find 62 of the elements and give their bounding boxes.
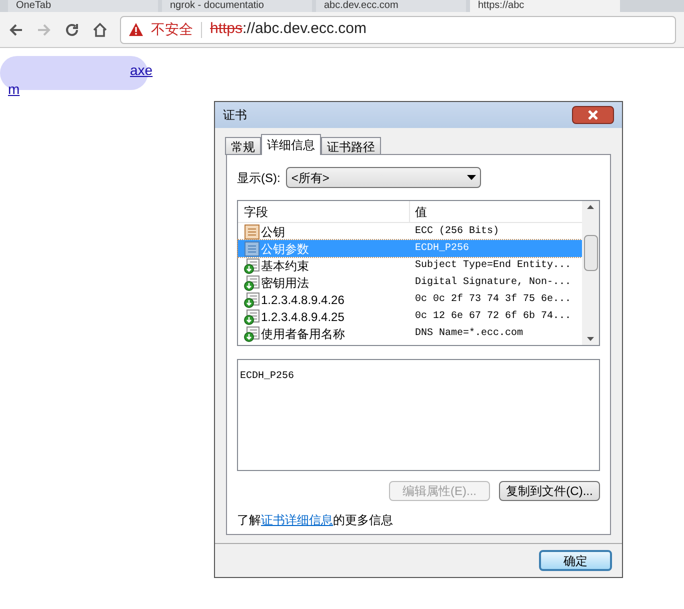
extension-icon xyxy=(244,308,260,324)
dialog-tab[interactable]: 详细信息 xyxy=(261,134,321,155)
show-label: 显示(S): xyxy=(237,170,280,186)
warning-icon xyxy=(129,23,143,36)
close-button[interactable] xyxy=(572,106,614,124)
info-text: 的更多信息 xyxy=(333,512,393,529)
ok-button[interactable]: 确定 xyxy=(539,550,612,571)
column-header[interactable]: 字段 xyxy=(238,201,410,222)
list-row[interactable]: 1.2.3.4.8.9.4.26 0c 0c 2f 73 74 3f 75 6e... xyxy=(238,291,582,308)
field-value: ECC (256 Bits) xyxy=(414,224,500,239)
field-name: 公钥参数 xyxy=(261,240,309,258)
detail-text-area[interactable]: ECDH_P256 xyxy=(237,359,600,471)
button[interactable]: 复制到文件(C)... xyxy=(499,481,600,501)
address-bar[interactable]: 不安全 https://abc.dev.ecc.com xyxy=(120,16,676,44)
scrollbar-thumb[interactable] xyxy=(584,235,598,271)
scroll-up-icon[interactable] xyxy=(587,205,594,209)
field-name: 基本约束 xyxy=(261,258,309,274)
field-value: DNS Name=*.ecc.com xyxy=(414,326,524,341)
scrollbar[interactable] xyxy=(582,201,599,345)
dropdown-arrow-icon xyxy=(467,175,476,180)
field-name: 1.2.3.4.8.9.4.26 xyxy=(261,292,344,308)
list-row[interactable]: 基本约束 Subject Type=End Entity... xyxy=(238,257,582,274)
browser-tab[interactable]: abc.dev.ecc.com xyxy=(316,0,466,12)
browser-tab[interactable]: https://abc xyxy=(470,0,620,12)
back-icon[interactable] xyxy=(8,22,24,38)
link[interactable]: m xyxy=(8,79,20,100)
info-link[interactable]: 证书详细信息 xyxy=(261,511,333,529)
browser-tab[interactable]: ngrok - documentatio xyxy=(162,0,312,12)
dialog-title: 证书 xyxy=(223,107,247,124)
field-value: 0c 0c 2f 73 74 3f 75 6e... xyxy=(414,292,572,307)
dialog-tab[interactable]: 常规 xyxy=(225,137,261,155)
info-text: 了解 xyxy=(237,512,261,529)
dialog-tab[interactable]: 证书路径 xyxy=(321,137,381,155)
show-dropdown[interactable]: <所有> xyxy=(286,167,482,188)
url-text: ://abc.dev.ecc.com xyxy=(242,19,366,40)
field-name: 公钥 xyxy=(261,224,285,240)
field-name: 1.2.3.4.8.9.4.25 xyxy=(261,308,344,326)
link[interactable]: axe xyxy=(130,60,153,81)
field-name: 密钥用法 xyxy=(261,274,309,292)
field-value: Digital Signature, Non-... xyxy=(414,276,572,290)
field-value: ECDH_P256 xyxy=(414,242,470,256)
url-scheme: https xyxy=(210,19,243,40)
list-row[interactable]: 1.2.3.4.8.9.4.25 0c 12 6e 67 72 6f 6b 74... xyxy=(238,308,582,325)
list-row[interactable]: 公钥 ECC (256 Bits) xyxy=(238,223,582,240)
field-value: 0c 12 6e 67 72 6f 6b 74... xyxy=(414,310,572,324)
field-value: Subject Type=End Entity... xyxy=(414,258,572,273)
security-label: 不安全 xyxy=(151,20,193,39)
home-icon[interactable] xyxy=(92,22,108,38)
scroll-down-icon[interactable] xyxy=(587,337,594,341)
document-icon xyxy=(244,240,260,256)
document-icon xyxy=(244,224,260,240)
extension-icon xyxy=(244,274,260,290)
browser-tab[interactable]: OneTab xyxy=(8,0,158,12)
extension-icon xyxy=(244,258,260,274)
close-icon xyxy=(588,110,598,120)
column-header[interactable]: 值 xyxy=(410,202,427,220)
extension-icon xyxy=(244,326,260,342)
field-name: 使用者备用名称 xyxy=(261,326,345,342)
list-row[interactable]: 密钥用法 Digital Signature, Non-... xyxy=(238,274,582,291)
reload-icon[interactable] xyxy=(64,22,80,38)
extension-icon xyxy=(244,292,260,308)
list-row[interactable]: 使用者备用名称 DNS Name=*.ecc.com xyxy=(238,325,582,342)
